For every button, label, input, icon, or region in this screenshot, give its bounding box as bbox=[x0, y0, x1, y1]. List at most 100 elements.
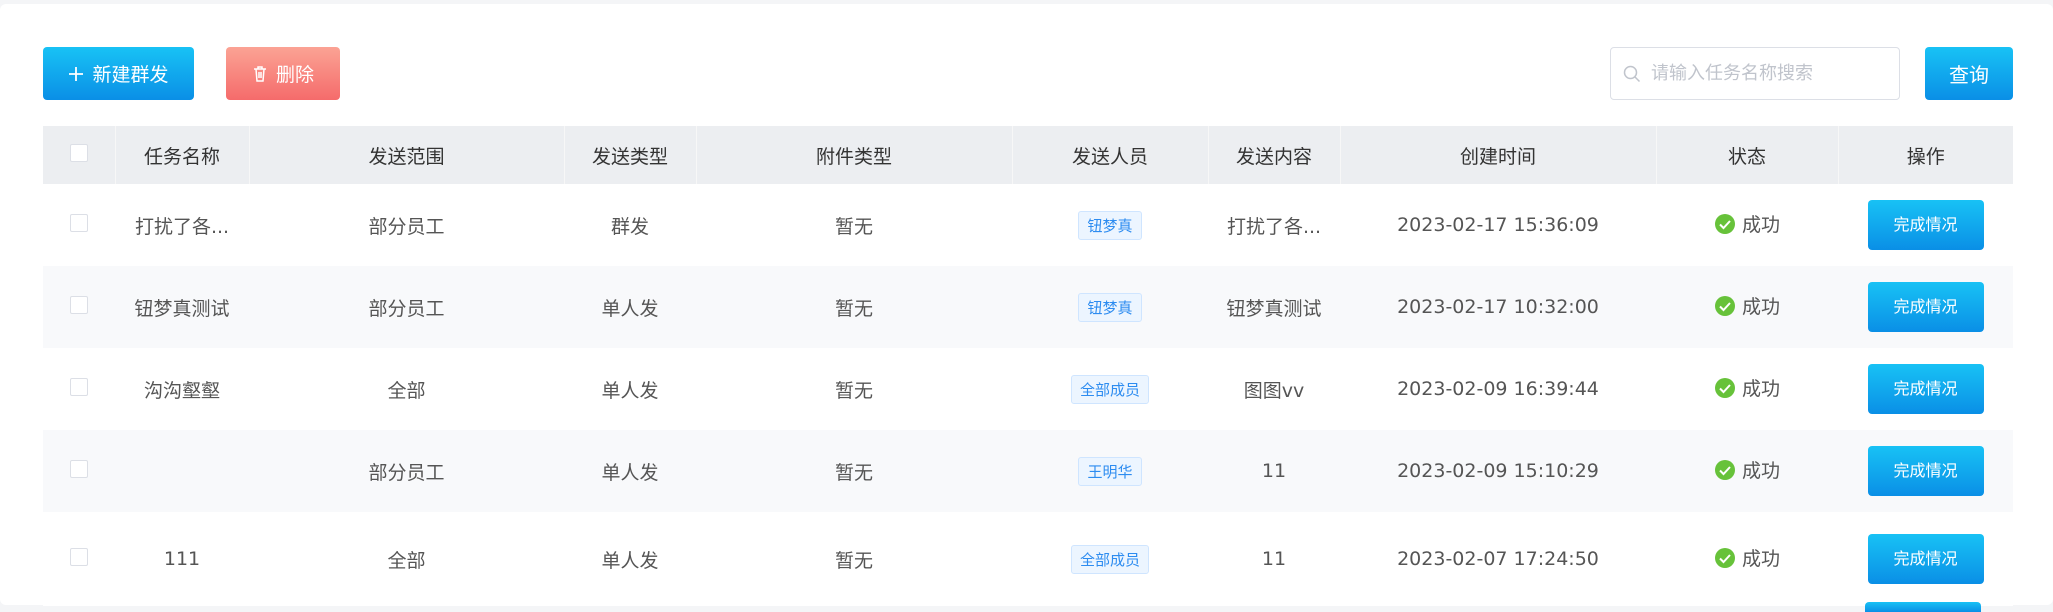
completion-status-button[interactable]: 完成情况 bbox=[1867, 446, 1984, 496]
cell-status: 成功 bbox=[1656, 184, 1838, 266]
completion-status-button[interactable]: 完成情况 bbox=[1867, 200, 1984, 250]
plus-icon bbox=[69, 66, 84, 81]
status-text: 成功 bbox=[1741, 296, 1780, 319]
select-all-checkbox[interactable] bbox=[69, 143, 88, 162]
cell-send-scope: 部分员工 bbox=[368, 215, 445, 238]
header-send-scope: 发送范围 bbox=[248, 126, 564, 184]
cell-attachment-type: 暂无 bbox=[834, 549, 873, 572]
cell-content: 打扰了各... bbox=[1226, 215, 1322, 238]
status-badge: 成功 bbox=[1714, 374, 1780, 401]
status-badge: 成功 bbox=[1714, 292, 1780, 319]
cell-sender: 全部成员 bbox=[1012, 512, 1208, 606]
table-row: 钮梦真测试 部分员工 单人发 暂无 钮梦真 钮梦真测试 2023-02-17 1… bbox=[43, 266, 2013, 348]
header-attachment-type: 附件类型 bbox=[695, 126, 1012, 184]
cell-send-type: 单人发 bbox=[601, 549, 659, 572]
cell-created-time: 2023-02-07 17:24:50 bbox=[1397, 548, 1599, 570]
completion-status-button[interactable]: 完成情况 bbox=[1867, 282, 1984, 332]
cell-send-scope: 全部 bbox=[387, 379, 426, 402]
check-circle-icon bbox=[1714, 295, 1735, 316]
cell-attachment-type: 暂无 bbox=[834, 379, 873, 402]
cell-send-type: 单人发 bbox=[601, 297, 659, 320]
cell-send-scope: 部分员工 bbox=[368, 297, 445, 320]
sender-tag: 钮梦真 bbox=[1078, 210, 1142, 240]
table-row: 部分员工 单人发 暂无 王明华 11 2023-02-09 15:10:29 成… bbox=[43, 430, 2013, 512]
sender-tag: 全部成员 bbox=[1070, 544, 1149, 574]
task-table: 任务名称 发送范围 发送类型 附件类型 发送人员 发送内容 创建时间 状态 操作… bbox=[43, 126, 2013, 606]
trash-icon bbox=[253, 66, 266, 82]
cell-status: 成功 bbox=[1656, 430, 1838, 512]
header-sender: 发送人员 bbox=[1011, 126, 1208, 184]
status-text: 成功 bbox=[1741, 548, 1780, 571]
row-checkbox[interactable] bbox=[70, 213, 88, 232]
query-button[interactable]: 查询 bbox=[1925, 47, 2013, 100]
search-icon bbox=[1623, 65, 1641, 82]
status-badge: 成功 bbox=[1714, 456, 1780, 483]
status-badge: 成功 bbox=[1714, 544, 1780, 571]
cell-status: 成功 bbox=[1656, 348, 1838, 430]
sender-tag: 全部成员 bbox=[1070, 374, 1149, 404]
check-circle-icon bbox=[1714, 547, 1735, 568]
cell-send-scope: 全部 bbox=[387, 549, 426, 572]
table-row: 111 全部 单人发 暂无 全部成员 11 2023-02-07 17:24:5… bbox=[43, 512, 2013, 606]
table-header-row: 任务名称 发送范围 发送类型 附件类型 发送人员 发送内容 创建时间 状态 操作 bbox=[43, 126, 2013, 184]
partial-next-row-button[interactable] bbox=[1865, 602, 1981, 612]
cell-attachment-type: 暂无 bbox=[834, 297, 873, 320]
new-broadcast-button[interactable]: 新建群发 bbox=[43, 47, 194, 100]
cell-actions: 完成情况 bbox=[1838, 184, 2013, 266]
cell-actions: 完成情况 bbox=[1838, 348, 2013, 430]
search-box[interactable] bbox=[1610, 47, 1900, 100]
cell-content: 11 bbox=[1261, 548, 1287, 570]
table-row: 打扰了各... 部分员工 群发 暂无 钮梦真 打扰了各... 2023-02-1… bbox=[43, 184, 2013, 266]
cell-task-name: 打扰了各... bbox=[134, 215, 230, 238]
row-checkbox[interactable] bbox=[70, 547, 88, 566]
check-circle-icon bbox=[1714, 213, 1735, 234]
table-row: 沟沟壑壑 全部 单人发 暂无 全部成员 图图vv 2023-02-09 16:3… bbox=[43, 348, 2013, 430]
row-checkbox[interactable] bbox=[70, 377, 88, 396]
content-panel: 新建群发 删除 查询 任务名称 发送范围 bbox=[0, 4, 2053, 612]
header-actions: 操作 bbox=[1837, 126, 2013, 184]
cell-task-name: 钮梦真测试 bbox=[134, 297, 230, 320]
row-checkbox[interactable] bbox=[70, 295, 88, 314]
delete-label: 删除 bbox=[275, 64, 314, 86]
cell-sender: 钮梦真 bbox=[1012, 266, 1208, 348]
header-task-name: 任务名称 bbox=[114, 126, 249, 184]
toolbar: 新建群发 删除 查询 bbox=[43, 47, 2013, 100]
cell-created-time: 2023-02-09 16:39:44 bbox=[1397, 378, 1599, 400]
cell-created-time: 2023-02-09 15:10:29 bbox=[1397, 460, 1599, 482]
search-input[interactable] bbox=[1651, 63, 1881, 84]
delete-button[interactable]: 删除 bbox=[226, 47, 340, 100]
status-text: 成功 bbox=[1741, 378, 1780, 401]
cell-attachment-type: 暂无 bbox=[834, 461, 873, 484]
sender-tag: 钮梦真 bbox=[1078, 292, 1142, 322]
status-text: 成功 bbox=[1741, 214, 1780, 237]
cell-task-name bbox=[115, 430, 249, 512]
header-status: 状态 bbox=[1655, 126, 1838, 184]
cell-status: 成功 bbox=[1656, 266, 1838, 348]
cell-status: 成功 bbox=[1656, 512, 1838, 606]
cell-sender: 钮梦真 bbox=[1012, 184, 1208, 266]
cell-attachment-type: 暂无 bbox=[834, 215, 873, 238]
cell-sender: 全部成员 bbox=[1012, 348, 1208, 430]
header-created-time: 创建时间 bbox=[1339, 126, 1656, 184]
cell-actions: 完成情况 bbox=[1838, 430, 2013, 512]
header-select-all bbox=[43, 126, 115, 184]
completion-status-button[interactable]: 完成情况 bbox=[1867, 364, 1984, 414]
check-circle-icon bbox=[1714, 377, 1735, 398]
cell-actions: 完成情况 bbox=[1838, 512, 2013, 606]
check-circle-icon bbox=[1714, 459, 1735, 480]
cell-task-name: 沟沟壑壑 bbox=[143, 379, 220, 402]
cell-sender: 王明华 bbox=[1012, 430, 1208, 512]
cell-actions: 完成情况 bbox=[1838, 266, 2013, 348]
header-send-type: 发送类型 bbox=[563, 126, 696, 184]
cell-send-scope: 部分员工 bbox=[368, 461, 445, 484]
cell-content: 11 bbox=[1261, 460, 1287, 482]
cell-send-type: 单人发 bbox=[601, 379, 659, 402]
new-broadcast-label: 新建群发 bbox=[92, 64, 169, 86]
row-checkbox[interactable] bbox=[70, 459, 88, 478]
cell-send-type: 单人发 bbox=[601, 461, 659, 484]
cell-created-time: 2023-02-17 10:32:00 bbox=[1397, 296, 1599, 318]
header-content: 发送内容 bbox=[1207, 126, 1340, 184]
completion-status-button[interactable]: 完成情况 bbox=[1867, 534, 1984, 584]
cell-send-type: 群发 bbox=[610, 215, 649, 238]
cell-created-time: 2023-02-17 15:36:09 bbox=[1397, 214, 1599, 236]
